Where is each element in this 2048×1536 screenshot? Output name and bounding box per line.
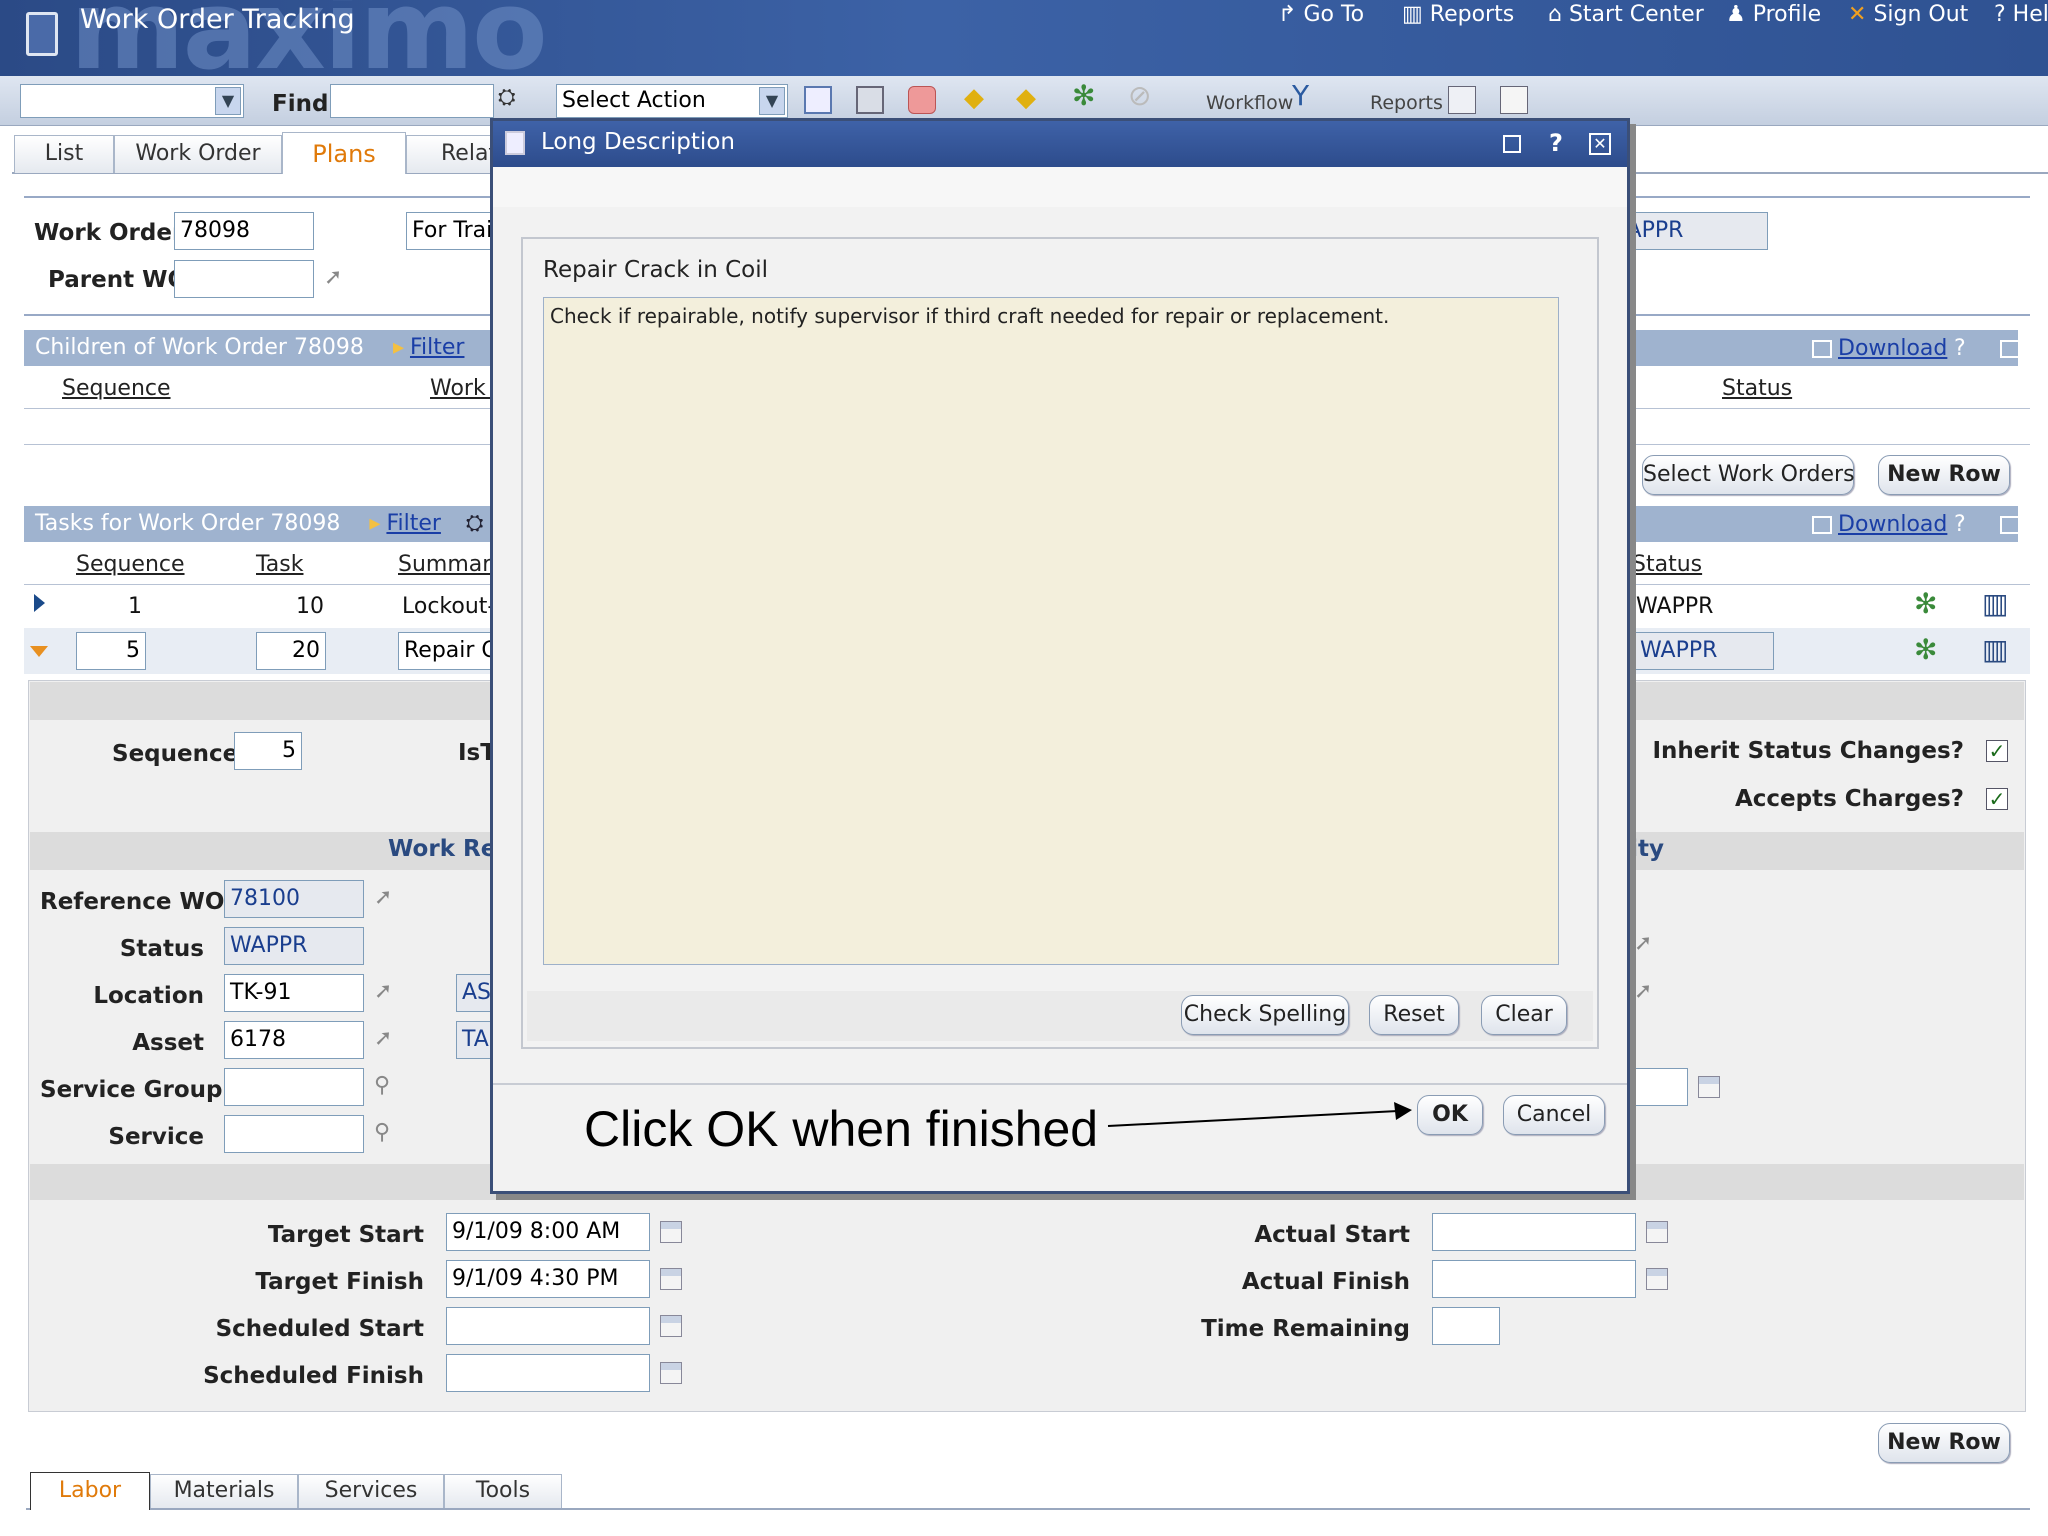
- annotation-arrow-head: [1394, 1102, 1412, 1120]
- annotation-arrow: [1107, 1102, 1412, 1127]
- annotation-arrow-line: [1107, 1110, 1399, 1127]
